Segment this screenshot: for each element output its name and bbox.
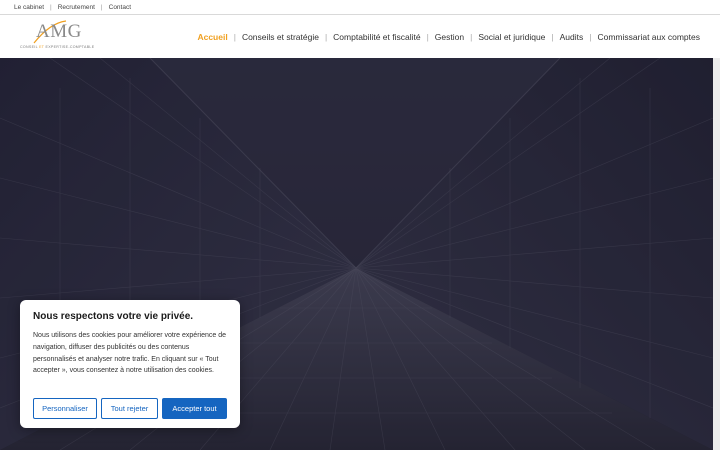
topbar-separator: | <box>50 3 52 11</box>
nav-item-social[interactable]: Social et juridique <box>478 32 545 42</box>
nav-item-accueil[interactable]: Accueil <box>191 32 235 63</box>
logo-wordmark: AMG <box>36 21 82 42</box>
logo-tagline-highlight: ET <box>39 45 45 49</box>
topbar-separator: | <box>100 3 103 11</box>
nav-item-commissariat[interactable]: Commissariat aux comptes <box>597 32 700 42</box>
logo-tagline-suffix: EXPERTISE-COMPTABLE <box>45 45 95 49</box>
topbar-link-contact[interactable]: Contact <box>109 4 131 11</box>
page-scrollbar[interactable] <box>713 58 720 450</box>
topbar-link-cabinet[interactable]: Le cabinet <box>14 4 44 11</box>
site-header: AMG CONSEIL ET EXPERTISE-COMPTABLE Accue… <box>0 15 720 63</box>
nav-separator: | <box>324 31 328 42</box>
cookie-consent-dialog: Nous respectons votre vie privée. Nous u… <box>20 300 240 428</box>
topbar-link-recrutement[interactable]: Recrutement <box>58 4 95 11</box>
nav-separator: | <box>470 31 473 42</box>
nav-item-conseils[interactable]: Conseils et stratégie <box>242 32 319 42</box>
cookie-description: Nous utilisons des cookies pour améliore… <box>33 332 226 375</box>
nav-item-audits[interactable]: Audits <box>560 32 584 42</box>
nav-separator: | <box>589 31 592 42</box>
accept-all-button[interactable]: Accepter tout <box>162 398 227 419</box>
nav-separator: | <box>551 31 554 42</box>
logo-tagline-prefix: CONSEIL <box>20 45 38 49</box>
nav-separator: | <box>426 31 429 42</box>
nav-item-comptabilite[interactable]: Comptabilité et fiscalité <box>333 32 420 42</box>
customize-button[interactable]: Personnaliser <box>33 398 97 419</box>
amg-logo[interactable]: AMG CONSEIL ET EXPERTISE-COMPTABLE <box>20 19 100 55</box>
utility-bar: Le cabinet | Recrutement | Contact <box>0 0 720 15</box>
logo-tagline: CONSEIL ET EXPERTISE-COMPTABLE <box>20 45 94 49</box>
reject-all-button[interactable]: Tout rejeter <box>101 398 158 419</box>
main-nav: Accueil | Conseils et stratégie | Compta… <box>191 15 700 63</box>
nav-separator: | <box>233 31 236 42</box>
cookie-title: Nous respectons votre vie privée. <box>33 311 194 322</box>
nav-item-gestion[interactable]: Gestion <box>435 32 464 42</box>
